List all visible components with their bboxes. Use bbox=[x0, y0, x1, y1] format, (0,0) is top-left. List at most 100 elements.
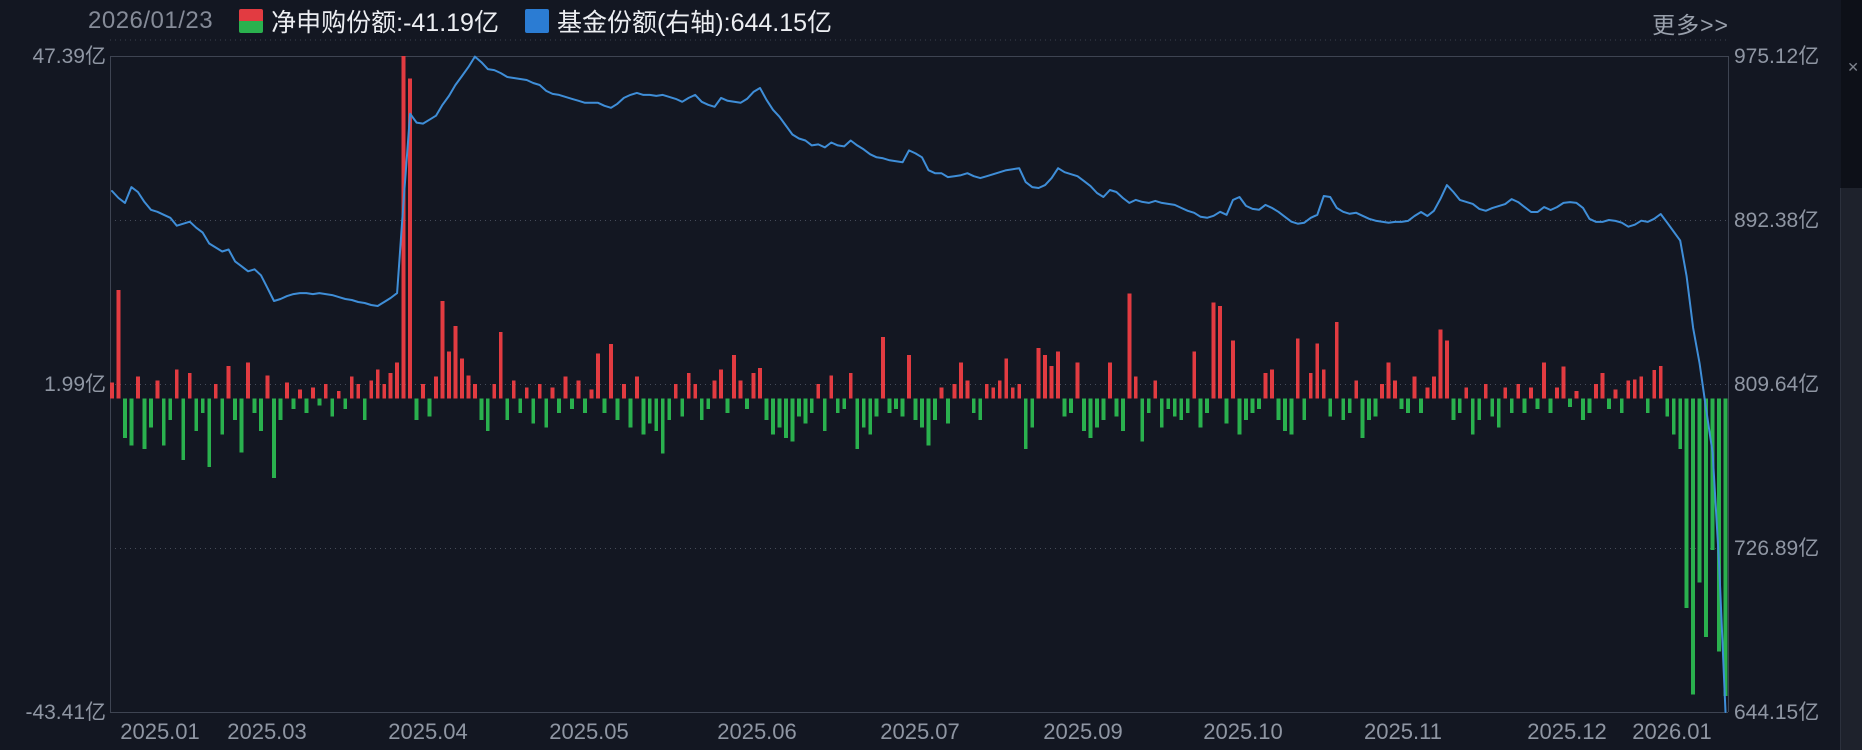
bar-net-subscription[interactable] bbox=[550, 387, 555, 399]
fund-shares-line[interactable] bbox=[111, 55, 1727, 713]
bar-net-subscription[interactable] bbox=[123, 398, 127, 439]
bar-net-subscription[interactable] bbox=[375, 369, 380, 399]
bar-net-subscription[interactable] bbox=[259, 398, 263, 431]
bar-net-subscription[interactable] bbox=[1419, 398, 1423, 413]
bar-net-subscription[interactable] bbox=[583, 398, 587, 413]
bar-net-subscription[interactable] bbox=[272, 398, 276, 478]
bar-net-subscription[interactable] bbox=[1101, 398, 1106, 421]
bar-net-subscription[interactable] bbox=[1263, 373, 1268, 399]
bar-net-subscription[interactable] bbox=[116, 290, 121, 399]
bar-net-subscription[interactable] bbox=[959, 362, 963, 399]
rail-collapse-icon[interactable]: ✕ bbox=[1847, 60, 1859, 74]
bar-net-subscription[interactable] bbox=[498, 331, 503, 399]
bar-net-subscription[interactable] bbox=[356, 383, 361, 399]
bar-net-subscription[interactable] bbox=[1542, 362, 1546, 399]
bar-net-subscription[interactable] bbox=[1470, 398, 1475, 435]
bar-net-subscription[interactable] bbox=[1062, 398, 1067, 417]
bar-net-subscription[interactable] bbox=[369, 380, 374, 399]
bar-net-subscription[interactable] bbox=[1354, 380, 1359, 399]
bar-net-subscription[interactable] bbox=[453, 326, 458, 399]
bar-net-subscription[interactable] bbox=[557, 398, 561, 413]
bar-net-subscription[interactable] bbox=[1658, 365, 1663, 399]
bar-net-subscription[interactable] bbox=[485, 398, 490, 431]
bar-net-subscription[interactable] bbox=[1490, 398, 1495, 417]
bar-net-subscription[interactable] bbox=[835, 398, 840, 413]
bar-net-subscription[interactable] bbox=[1529, 387, 1533, 399]
bar-net-subscription[interactable] bbox=[1639, 376, 1644, 399]
bar-net-subscription[interactable] bbox=[764, 398, 769, 421]
bar-net-subscription[interactable] bbox=[1166, 398, 1171, 410]
bar-net-subscription[interactable] bbox=[628, 398, 633, 428]
bar-net-subscription[interactable] bbox=[1535, 398, 1540, 410]
bar-net-subscription[interactable] bbox=[589, 389, 594, 399]
bar-net-subscription[interactable] bbox=[894, 398, 898, 410]
bar-net-subscription[interactable] bbox=[200, 398, 205, 413]
bar-net-subscription[interactable] bbox=[803, 398, 808, 424]
bar-net-subscription[interactable] bbox=[1295, 338, 1300, 399]
bar-net-subscription[interactable] bbox=[1244, 398, 1248, 421]
bar-net-subscription[interactable] bbox=[809, 398, 814, 413]
bar-net-subscription[interactable] bbox=[654, 398, 659, 431]
bar-net-subscription[interactable] bbox=[1231, 340, 1235, 399]
bar-net-subscription[interactable] bbox=[1723, 398, 1728, 696]
bar-net-subscription[interactable] bbox=[1088, 398, 1093, 439]
bar-net-subscription[interactable] bbox=[933, 398, 937, 421]
bar-net-subscription[interactable] bbox=[1140, 398, 1145, 442]
bar-net-subscription[interactable] bbox=[1425, 387, 1430, 399]
bar-net-subscription[interactable] bbox=[1075, 362, 1080, 399]
bar-net-subscription[interactable] bbox=[939, 387, 944, 399]
bar-net-subscription[interactable] bbox=[699, 398, 704, 421]
bar-net-subscription[interactable] bbox=[1133, 376, 1138, 399]
bar-net-subscription[interactable] bbox=[1172, 398, 1177, 417]
bar-net-subscription[interactable] bbox=[1684, 398, 1689, 608]
bar-net-subscription[interactable] bbox=[1082, 398, 1086, 431]
bar-net-subscription[interactable] bbox=[505, 398, 510, 421]
bar-net-subscription[interactable] bbox=[1509, 398, 1514, 413]
bar-net-subscription[interactable] bbox=[997, 380, 1002, 399]
bar-net-subscription[interactable] bbox=[537, 383, 542, 399]
more-link[interactable]: 更多>> bbox=[1652, 6, 1729, 40]
bar-net-subscription[interactable] bbox=[1056, 351, 1060, 399]
bar-net-subscription[interactable] bbox=[1218, 305, 1222, 399]
bar-net-subscription[interactable] bbox=[518, 398, 523, 413]
bar-net-subscription[interactable] bbox=[1451, 398, 1456, 421]
bar-net-subscription[interactable] bbox=[907, 355, 911, 399]
bar-net-subscription[interactable] bbox=[1671, 398, 1676, 435]
bar-net-subscription[interactable] bbox=[330, 398, 335, 417]
bar-net-subscription[interactable] bbox=[1185, 398, 1190, 413]
bar-net-subscription[interactable] bbox=[252, 398, 257, 413]
bar-net-subscription[interactable] bbox=[1257, 398, 1261, 410]
bar-net-subscription[interactable] bbox=[1619, 398, 1624, 413]
bar-net-subscription[interactable] bbox=[1600, 373, 1605, 399]
bar-net-subscription[interactable] bbox=[1224, 398, 1229, 424]
bar-net-subscription[interactable] bbox=[861, 398, 866, 428]
bar-net-subscription[interactable] bbox=[447, 351, 451, 399]
bar-net-subscription[interactable] bbox=[1522, 398, 1527, 413]
bar-net-subscription[interactable] bbox=[647, 398, 652, 424]
bar-net-subscription[interactable] bbox=[1386, 362, 1391, 399]
bar-net-subscription[interactable] bbox=[745, 398, 749, 410]
bar-net-subscription[interactable] bbox=[1302, 398, 1307, 421]
bar-net-subscription[interactable] bbox=[466, 375, 471, 399]
bar-net-subscription[interactable] bbox=[1568, 398, 1572, 408]
bar-net-subscription[interactable] bbox=[479, 398, 484, 421]
bar-net-subscription[interactable] bbox=[207, 398, 212, 467]
bar-net-subscription[interactable] bbox=[473, 383, 477, 399]
bar-net-subscription[interactable] bbox=[226, 365, 231, 399]
bar-net-subscription[interactable] bbox=[440, 300, 445, 399]
bar-net-subscription[interactable] bbox=[1373, 398, 1378, 417]
bar-net-subscription[interactable] bbox=[1308, 373, 1313, 399]
bar-net-subscription[interactable] bbox=[660, 398, 665, 454]
bar-net-subscription[interactable] bbox=[1360, 398, 1365, 439]
bar-net-subscription[interactable] bbox=[155, 380, 160, 399]
bar-net-subscription[interactable] bbox=[1445, 340, 1449, 399]
bar-net-subscription[interactable] bbox=[1477, 398, 1482, 421]
bar-net-subscription[interactable] bbox=[1127, 293, 1132, 399]
bar-net-subscription[interactable] bbox=[1697, 398, 1702, 583]
bar-net-subscription[interactable] bbox=[1004, 358, 1009, 399]
bar-net-subscription[interactable] bbox=[693, 383, 698, 399]
bar-net-subscription[interactable] bbox=[1276, 398, 1281, 421]
bar-net-subscription[interactable] bbox=[1049, 365, 1054, 399]
bar-net-subscription[interactable] bbox=[421, 383, 425, 399]
bar-net-subscription[interactable] bbox=[382, 383, 387, 399]
